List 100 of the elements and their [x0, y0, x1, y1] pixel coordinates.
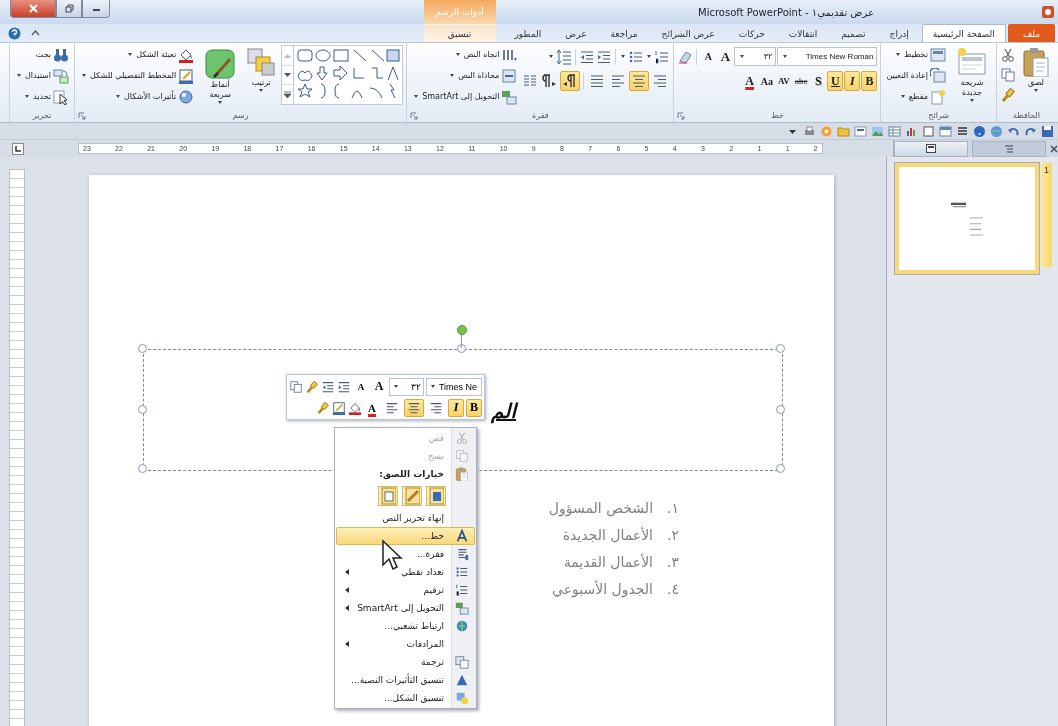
menu-item[interactable]: تنسيق التأثيرات النصية...: [336, 671, 475, 689]
resize-handle[interactable]: [138, 405, 147, 414]
ribbon-tab[interactable]: تنسيق: [423, 24, 496, 42]
ribbon-button[interactable]: بحث: [13, 45, 72, 64]
ribbon-button[interactable]: محاذاة النص: [410, 66, 520, 85]
rotation-handle[interactable]: [457, 325, 467, 335]
copy-icon[interactable]: [289, 379, 303, 394]
center-button[interactable]: [629, 71, 650, 91]
help-icon[interactable]: [973, 124, 986, 138]
shrink-font-button[interactable]: A: [700, 46, 717, 67]
increase-indent-icon[interactable]: [596, 48, 613, 65]
menu-item[interactable]: المرادفات: [336, 635, 475, 653]
italic-button[interactable]: I: [844, 71, 861, 91]
menu-item[interactable]: خط...: [336, 527, 475, 545]
menu-item[interactable]: ترجمة: [336, 653, 475, 671]
paste-option-button[interactable]: [402, 486, 422, 506]
paintbrush-icon[interactable]: [305, 379, 319, 394]
paste-option-button[interactable]: [426, 486, 446, 506]
close-button[interactable]: [10, 0, 56, 18]
paintbrush-icon[interactable]: [1000, 87, 1016, 103]
menu-item[interactable]: ترقيم: [336, 581, 475, 599]
font-color-button[interactable]: A: [364, 398, 380, 417]
clip-art-icon[interactable]: [820, 124, 833, 138]
italic-button[interactable]: I: [448, 398, 464, 417]
resize-handle[interactable]: [138, 464, 147, 473]
dialog-launcher-icon[interactable]: [677, 112, 686, 120]
ribbon-tab[interactable]: إدراج: [878, 24, 920, 42]
ribbon-tab[interactable]: عرض الشرائح: [650, 24, 726, 42]
menu-item[interactable]: إنهاء تحرير النص: [336, 509, 475, 527]
restore-button[interactable]: [56, 0, 82, 18]
slide-thumbnail[interactable]: [895, 163, 1039, 274]
ribbon-tab[interactable]: المطور: [503, 24, 553, 42]
ribbon-tab[interactable]: حركات: [727, 24, 776, 42]
tab-stop-selector[interactable]: [12, 142, 24, 155]
grow-font-button[interactable]: A: [717, 46, 734, 67]
ribbon-tab[interactable]: عرض: [554, 24, 598, 42]
save-icon[interactable]: [1041, 124, 1054, 138]
font-name-field[interactable]: Times New Roman: [777, 47, 878, 66]
bold-button[interactable]: B: [466, 398, 482, 417]
window-icon[interactable]: [939, 124, 952, 138]
scissors-icon[interactable]: [1000, 47, 1016, 63]
ribbon-button[interactable]: إعادة التعيين: [884, 66, 948, 85]
center-button[interactable]: [404, 398, 424, 417]
close-icon[interactable]: [1050, 144, 1058, 153]
ribbon-button[interactable]: لصق: [1019, 45, 1053, 94]
font-name-field[interactable]: Times Ne: [425, 377, 482, 396]
menu-item[interactable]: ارتباط تشعبي...: [336, 617, 475, 635]
ribbon-button[interactable]: مقطع: [884, 87, 948, 106]
menu-item[interactable]: التحويل إلى SmartArt: [336, 599, 475, 617]
font-size-field[interactable]: ٣٢: [734, 47, 777, 66]
font-color-button[interactable]: A: [741, 71, 758, 91]
right-to-left-button[interactable]: [560, 71, 581, 91]
help-icon[interactable]: [8, 26, 21, 40]
picture-icon[interactable]: [871, 124, 884, 138]
resize-handle[interactable]: [138, 344, 147, 353]
ribbon-tab[interactable]: انتقالات: [777, 24, 829, 42]
pencil-icon[interactable]: [332, 400, 346, 415]
ribbon-button[interactable]: تأثيرات الأشكال: [78, 87, 197, 106]
decrease-indent-icon[interactable]: [321, 379, 335, 394]
ribbon-button[interactable]: أنماط سريعة: [199, 45, 242, 106]
shapes-gallery[interactable]: [294, 46, 403, 102]
checkbox-icon[interactable]: [922, 124, 935, 138]
ribbon-button[interactable]: تعبئة الشكل: [78, 45, 197, 64]
increase-indent-icon[interactable]: [337, 379, 351, 394]
grow-font-button[interactable]: A: [371, 377, 387, 396]
menu-item[interactable]: تنسيق الشكل...: [336, 689, 475, 707]
table-icon[interactable]: [888, 124, 901, 138]
resize-handle[interactable]: [776, 405, 785, 414]
shrink-font-button[interactable]: A: [353, 377, 369, 396]
ribbon-button[interactable]: اتجاه النص: [410, 45, 520, 64]
ribbon-tab[interactable]: مراجعة: [599, 24, 649, 42]
paste-option-button[interactable]: [378, 486, 398, 506]
paintbrush-icon[interactable]: [316, 400, 330, 415]
ribbon-button[interactable]: ترتيب: [244, 45, 279, 94]
bold-button[interactable]: B: [861, 71, 878, 91]
ribbon-button[interactable]: تحديد: [13, 87, 72, 106]
line-spacing-icon[interactable]: [556, 48, 573, 65]
minimize-button[interactable]: [82, 0, 110, 18]
change-case-button[interactable]: Aa: [758, 71, 775, 91]
ribbon-button[interactable]: المخطط التفصيلي للشكل: [78, 66, 197, 85]
ribbon-tab[interactable]: الصفحة الرئيسية: [921, 24, 1006, 42]
underline-button[interactable]: U: [827, 71, 844, 91]
ribbon-button[interactable]: شريحة جديدة: [951, 45, 993, 104]
align-icon[interactable]: [956, 124, 969, 138]
decrease-indent-icon[interactable]: [579, 48, 596, 65]
slides-tab[interactable]: [894, 140, 968, 157]
resize-handle[interactable]: [776, 344, 785, 353]
ribbon-tab[interactable]: تصميم: [830, 24, 877, 42]
ribbon-button[interactable]: تخطيط: [884, 45, 948, 64]
ribbon-button[interactable]: التحويل إلى SmartArt: [410, 87, 520, 106]
slide-icon[interactable]: [854, 124, 867, 138]
shadow-button[interactable]: S: [810, 71, 827, 91]
highlighter-icon[interactable]: [348, 400, 362, 415]
ribbon-button[interactable]: استبدال: [13, 66, 72, 85]
character-spacing-button[interactable]: AV: [775, 71, 792, 91]
dialog-launcher-icon[interactable]: [78, 112, 87, 120]
menu-item[interactable]: فقرة...: [336, 545, 475, 563]
scroll-down-icon[interactable]: [284, 72, 292, 78]
resize-handle[interactable]: [776, 464, 785, 473]
numbered-list-icon[interactable]: [654, 48, 671, 65]
